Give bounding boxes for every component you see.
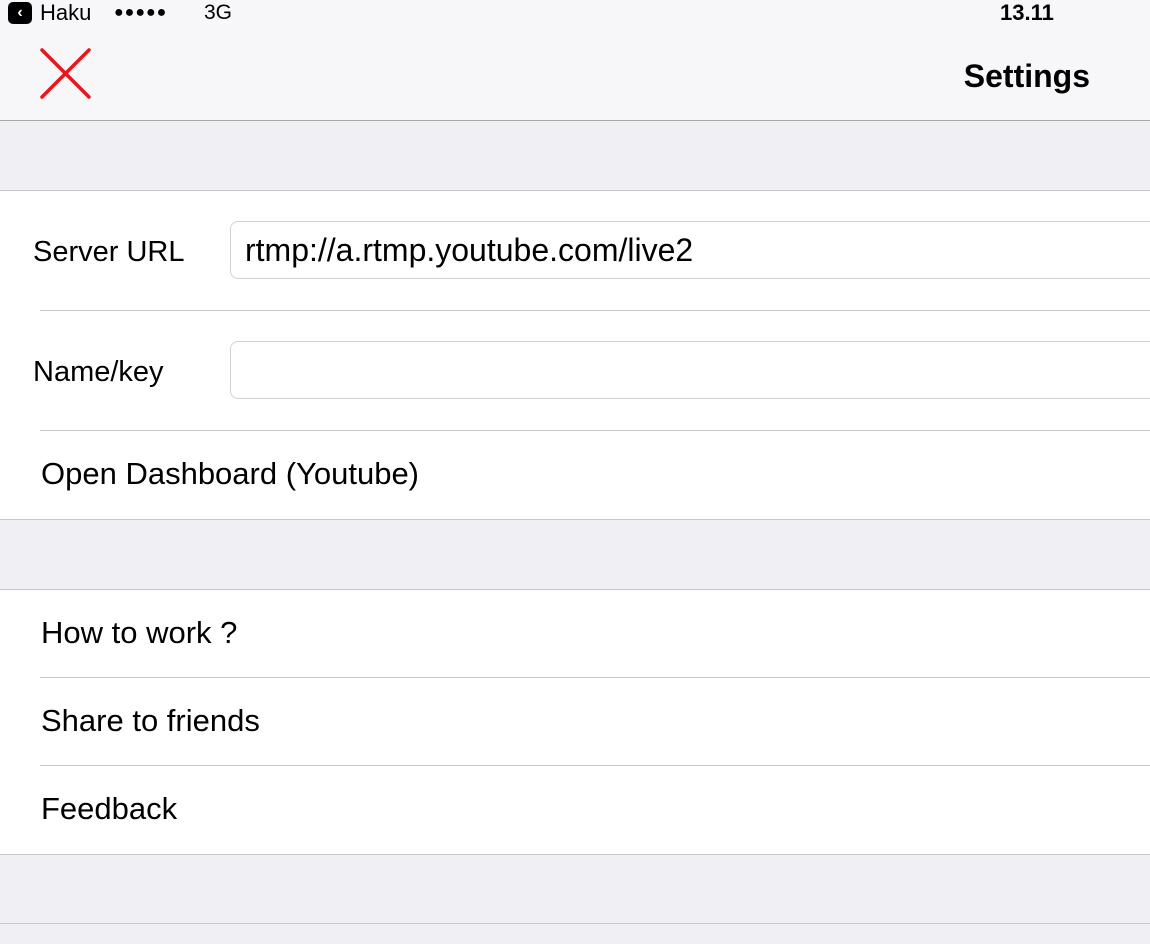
- share-to-friends-label: Share to friends: [41, 703, 260, 738]
- name-key-input[interactable]: [230, 341, 1150, 399]
- how-to-work-label: How to work ?: [41, 615, 238, 650]
- share-to-friends-row[interactable]: Share to friends: [0, 678, 1150, 766]
- server-url-row: Server URL: [0, 191, 1150, 311]
- more-section: How to work ? Share to friends Feedback: [0, 589, 1150, 855]
- server-url-input[interactable]: [230, 221, 1150, 279]
- feedback-label: Feedback: [41, 791, 178, 826]
- name-key-row: Name/key: [0, 311, 1150, 431]
- open-dashboard-row[interactable]: Open Dashboard (Youtube): [0, 431, 1150, 519]
- page-title: Settings: [963, 58, 1090, 94]
- back-arrow-icon[interactable]: ‹: [8, 2, 32, 24]
- network-type: 3G: [204, 1, 233, 24]
- server-url-label: Server URL: [33, 236, 185, 268]
- feedback-row[interactable]: Feedback: [0, 766, 1150, 854]
- back-to-app-label[interactable]: Haku: [40, 0, 91, 26]
- navigation-bar: Settings: [0, 28, 1150, 121]
- name-key-label: Name/key: [33, 356, 164, 388]
- bottom-divider: [0, 923, 1150, 924]
- stream-settings-section: Server URL Name/key Open Dashboard (Yout…: [0, 190, 1150, 520]
- close-button[interactable]: [36, 46, 94, 104]
- clock: 13.11: [1000, 0, 1054, 25]
- close-icon: [40, 48, 91, 99]
- how-to-work-row[interactable]: How to work ?: [0, 590, 1150, 678]
- open-dashboard-label: Open Dashboard (Youtube): [41, 456, 420, 491]
- status-bar: ‹ Haku ●●●●● 3G 13.11: [0, 0, 1150, 28]
- signal-strength-icon: ●●●●●: [114, 4, 168, 21]
